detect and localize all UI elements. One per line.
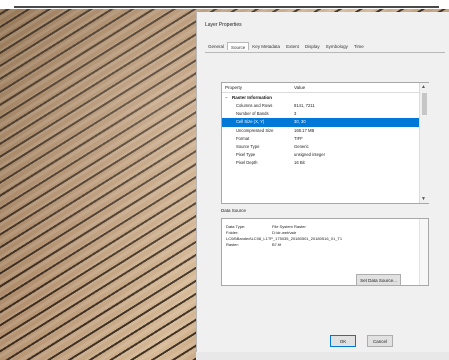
property-grid: Property Value − Raster Information Colu… — [221, 82, 429, 204]
grid-header: Property Value — [222, 83, 419, 93]
property-key: Pixel Type — [236, 152, 256, 158]
top-divider — [14, 6, 439, 8]
property-row[interactable]: Format TIFF — [222, 135, 419, 143]
property-value: unsigned integer — [294, 152, 325, 158]
property-key: Uncompressed Size — [236, 127, 274, 133]
data-source-key: Data Type: — [226, 224, 246, 229]
scroll-thumb[interactable] — [422, 93, 427, 115]
data-source-row: Raster: B7.tif — [226, 242, 281, 247]
property-value: TIFF — [294, 135, 303, 141]
property-value: 168.17 MB — [294, 127, 315, 133]
layer-properties-dialog: Layer Properties General Source Key Meta… — [196, 12, 449, 360]
bottom-band — [196, 352, 449, 360]
data-source-label: Data Source — [221, 208, 247, 213]
data-source-row: Data Type: File System Raster — [226, 224, 306, 229]
tab-extent[interactable]: Extent — [283, 42, 302, 50]
property-row[interactable]: Number of Bands 3 — [222, 110, 419, 118]
section-label: Raster Information — [232, 95, 273, 100]
property-row[interactable]: Pixel Type unsigned integer — [222, 151, 419, 159]
tab-symbology[interactable]: Symbology — [323, 42, 351, 50]
scroll-up-icon[interactable]: ▲ — [421, 84, 426, 90]
property-value: 30, 30 — [294, 119, 306, 125]
property-row[interactable]: Uncompressed Size 168.17 MB — [222, 127, 419, 135]
tab-source[interactable]: Source — [227, 42, 250, 50]
property-key: Source Type — [236, 143, 260, 149]
scroll-down-icon[interactable]: ▼ — [421, 196, 426, 202]
column-header-property[interactable]: Property — [225, 85, 242, 90]
property-key: Pixel Depth — [236, 160, 258, 166]
tab-display[interactable]: Display — [302, 42, 323, 50]
dialog-title: Layer Properties — [205, 22, 242, 28]
data-source-scrollbar[interactable] — [419, 219, 428, 285]
property-value: 3 — [294, 111, 297, 117]
tab-strip: General Source Key Metadata Extent Displ… — [205, 42, 445, 53]
property-value: 16 Bit — [294, 160, 305, 166]
data-source-value: B7.tif — [272, 242, 282, 247]
property-value: Generic — [294, 143, 309, 149]
ok-button[interactable]: OK — [330, 335, 356, 347]
tab-key-metadata[interactable]: Key Metadata — [249, 42, 283, 50]
data-source-value: LC08\Banded\LC08_L1TP_175035_20180501_20… — [226, 236, 343, 241]
collapse-icon[interactable]: − — [225, 95, 228, 100]
property-row[interactable]: Source Type Generic — [222, 143, 419, 151]
tab-time[interactable]: Time — [351, 42, 367, 50]
data-source-row: Folder: D:\dr-web\adr — [226, 230, 296, 235]
property-row-selected[interactable]: Cell Size (X, Y) 30, 30 — [222, 118, 419, 127]
property-key: Number of Bands — [236, 111, 269, 117]
property-row[interactable]: Pixel Depth 16 Bit — [222, 159, 419, 167]
property-row[interactable]: Columns and Rows 8141, 7211 — [222, 102, 419, 110]
property-rows: Columns and Rows 8141, 7211 Number of Ban… — [222, 102, 419, 168]
grid-scrollbar[interactable]: ▲ ▼ — [419, 83, 429, 203]
section-raster-information[interactable]: − Raster Information — [222, 94, 419, 102]
cancel-button[interactable]: Cancel — [367, 335, 393, 347]
column-header-value[interactable]: Value — [294, 85, 305, 90]
property-key: Columns and Rows — [236, 103, 273, 108]
data-source-value: D:\dr-web\adr — [272, 230, 297, 235]
property-key: Cell Size (X, Y) — [236, 119, 265, 125]
data-source-key: Folder: — [226, 230, 239, 235]
property-key: Format — [236, 135, 250, 141]
property-value: 8141, 7211 — [294, 103, 315, 108]
data-source-key: Raster: — [226, 242, 239, 247]
tab-general[interactable]: General — [205, 42, 227, 50]
set-data-source-button[interactable]: Set Data Source... — [356, 274, 401, 286]
data-source-value: File System Raster — [272, 224, 306, 229]
